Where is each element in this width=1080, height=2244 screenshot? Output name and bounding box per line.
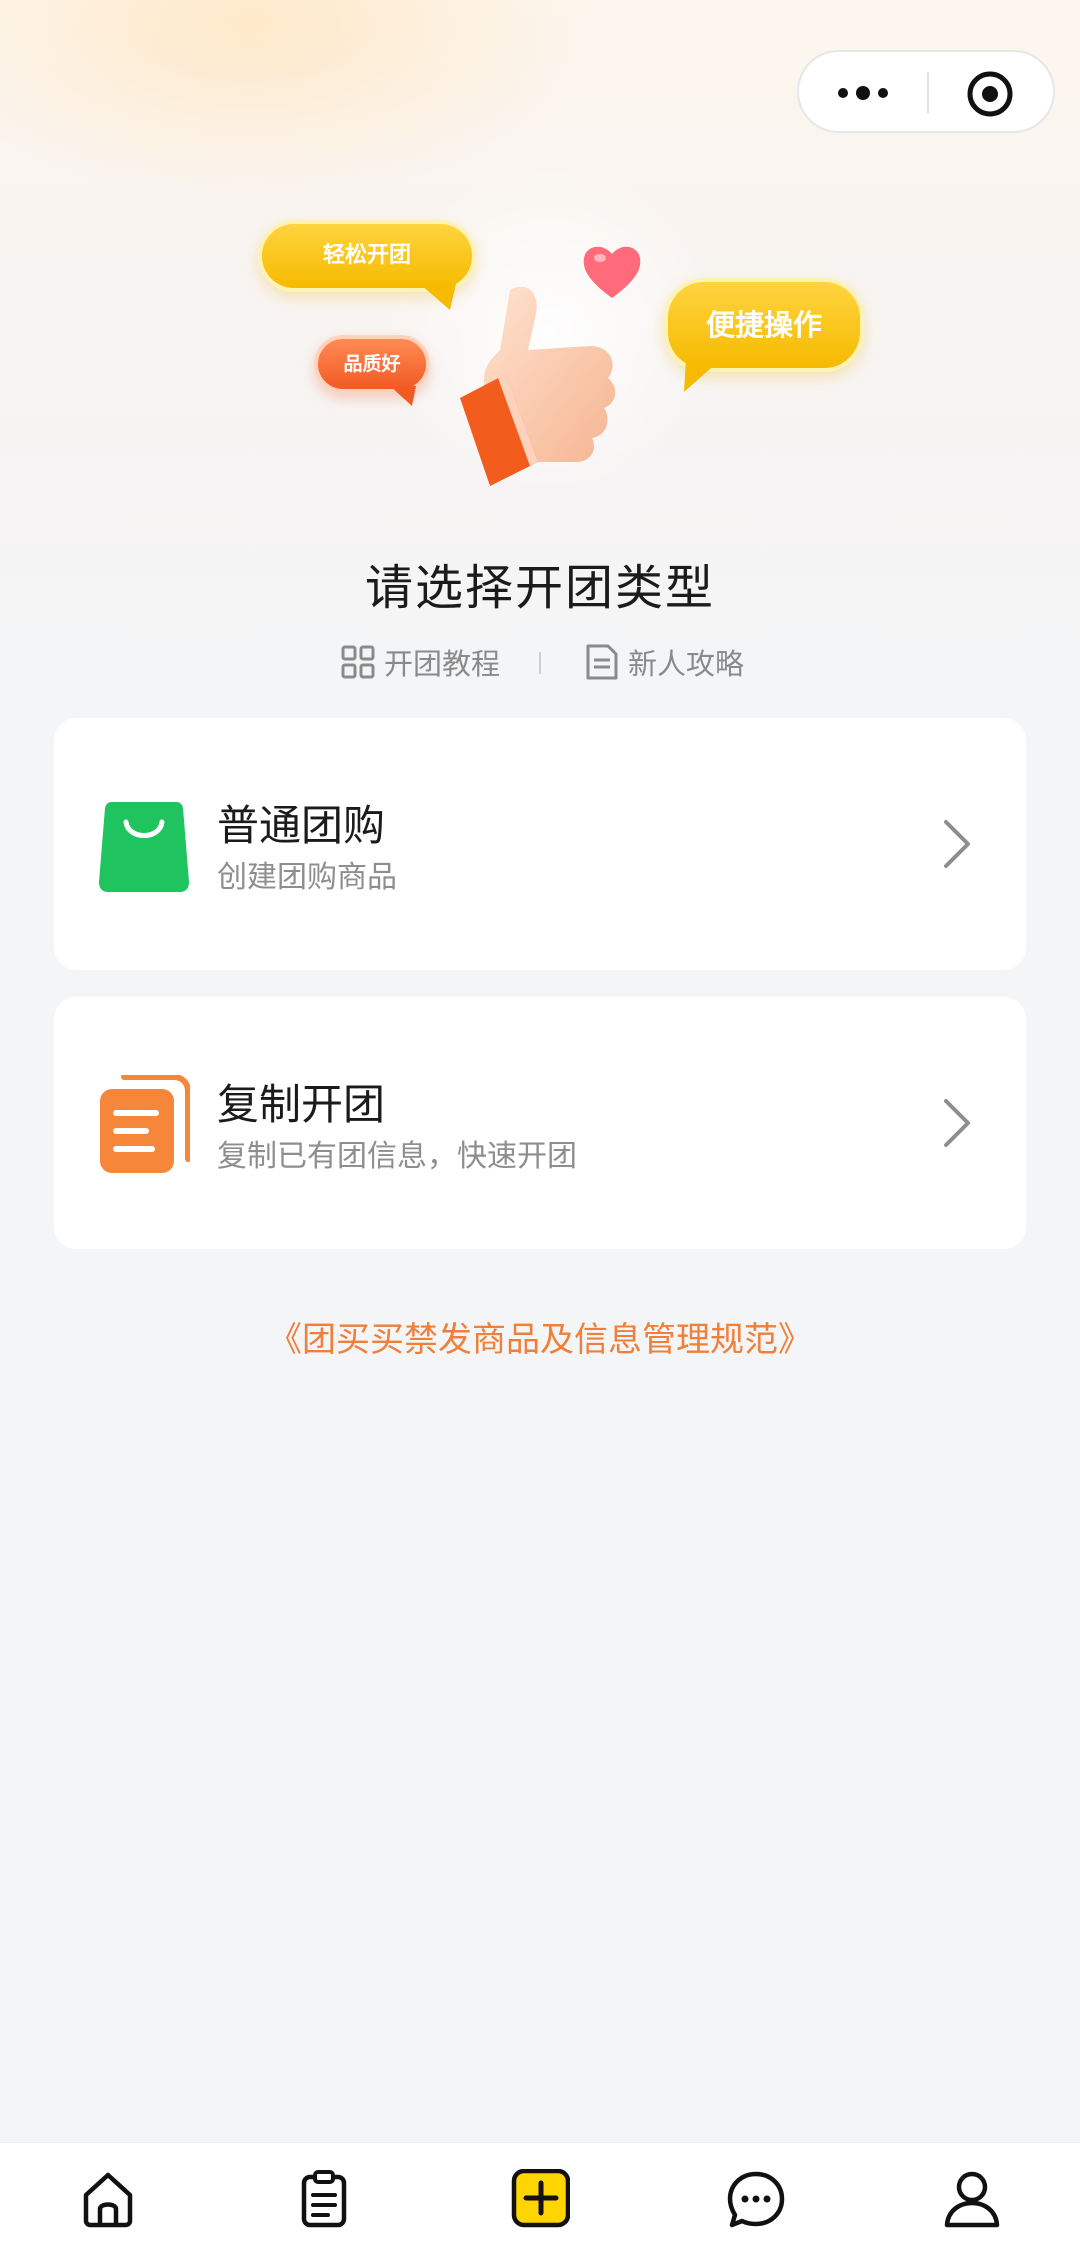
chevron-right-icon <box>944 1099 970 1147</box>
capsule-divider <box>927 72 929 114</box>
clipboard-icon <box>301 2170 347 2228</box>
copy-document-icon <box>100 1075 190 1173</box>
tab-messages[interactable] <box>648 2143 864 2244</box>
more-icon[interactable] <box>835 80 891 106</box>
shopping-bag-icon <box>99 802 189 892</box>
option-normal-group-buy[interactable]: 普通团购 创建团购商品 <box>54 718 1026 970</box>
thumbs-up-icon <box>460 286 616 486</box>
home-icon <box>83 2172 133 2228</box>
help-links: 开团教程 新人攻略 <box>0 640 1080 684</box>
tab-orders[interactable] <box>216 2143 432 2244</box>
newbie-guide-link-label: 新人攻略 <box>628 647 745 681</box>
option-title: 复制开团 <box>217 1080 386 1129</box>
document-icon <box>586 644 618 680</box>
newbie-guide-link[interactable]: 新人攻略 <box>584 640 744 684</box>
links-divider <box>539 652 541 674</box>
close-miniprogram-icon[interactable] <box>965 69 1015 119</box>
bottom-tab-bar <box>0 2142 1080 2244</box>
tab-profile[interactable] <box>864 2143 1080 2244</box>
bubble-quality: 品质好 <box>314 335 430 393</box>
chevron-right-icon <box>944 820 970 868</box>
bubble-tail <box>684 360 720 392</box>
grid-icon <box>341 645 375 679</box>
hero-illustration: 轻松开团 品质好 便捷操作 <box>250 160 870 510</box>
rules-agreement-link[interactable]: 《团买买禁发商品及信息管理规范》 <box>0 1312 1080 1361</box>
bubble-tail <box>390 386 416 406</box>
tab-home[interactable] <box>0 2143 216 2244</box>
page-title: 请选择开团类型 <box>364 560 715 616</box>
tutorial-link-label: 开团教程 <box>384 647 501 681</box>
miniprogram-capsule <box>797 50 1055 133</box>
tutorial-link[interactable]: 开团教程 <box>340 640 500 684</box>
option-subtitle: 创建团购商品 <box>217 860 397 895</box>
user-icon <box>944 2171 1000 2228</box>
option-subtitle: 复制已有团信息，快速开团 <box>217 1139 577 1174</box>
chat-icon <box>727 2171 785 2228</box>
add-icon <box>511 2169 570 2228</box>
option-copy-group[interactable]: 复制开团 复制已有团信息，快速开团 <box>54 997 1026 1249</box>
tab-create-group[interactable] <box>432 2143 648 2244</box>
bubble-convenient: 便捷操作 <box>664 278 864 372</box>
option-title: 普通团购 <box>217 801 386 850</box>
